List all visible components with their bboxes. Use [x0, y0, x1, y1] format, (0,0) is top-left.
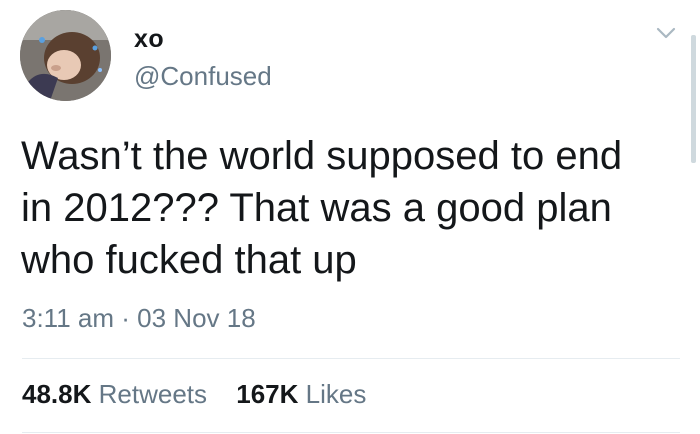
tweet-text-line: in 2012??? That was a good plan [21, 186, 612, 230]
likes-count: 167K [236, 379, 299, 409]
chevron-down-icon[interactable] [656, 26, 676, 40]
user-handle[interactable]: @Confused [134, 60, 272, 92]
profile-photo-icon [20, 10, 111, 101]
tweet-text-line: who fucked that up [21, 238, 357, 282]
tweet-timestamp[interactable]: 3:11 am · 03 Nov 18 [22, 301, 256, 335]
tweet-text: Wasn’t the world supposed to end in 2012… [21, 130, 681, 286]
meta-separator: · [121, 303, 130, 333]
likes-label: Likes [305, 379, 367, 409]
tweet-text-line: Wasn’t the world supposed to end [21, 134, 623, 178]
avatar[interactable] [20, 10, 111, 101]
display-name[interactable]: xo [134, 24, 164, 54]
tweet-time: 3:11 am [22, 303, 115, 333]
divider [22, 432, 680, 433]
likes-stat[interactable]: 167K Likes [236, 377, 366, 411]
tweet-card: xo @Confused Wasn’t the world supposed t… [0, 0, 700, 434]
scrollbar[interactable] [691, 35, 696, 163]
retweets-label: Retweets [98, 379, 208, 409]
retweets-count: 48.8K [22, 379, 92, 409]
divider [22, 358, 680, 359]
retweets-stat[interactable]: 48.8K Retweets [22, 377, 207, 411]
tweet-stats: 48.8K Retweets 167K Likes [22, 377, 366, 411]
tweet-date: 03 Nov 18 [137, 303, 256, 333]
